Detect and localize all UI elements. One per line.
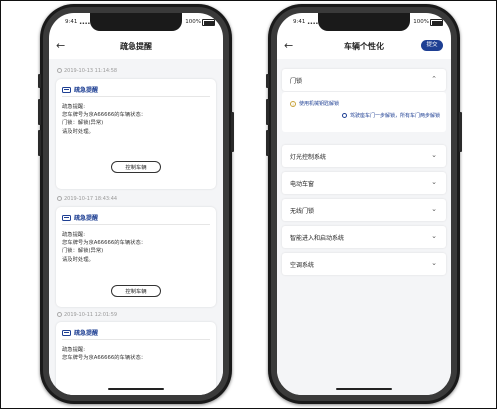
- section-lighting-control[interactable]: 灯光控制系统 ⌄: [282, 145, 446, 167]
- divider: [62, 339, 210, 340]
- settings-list: 门锁 ⌃ i 使用机械钥匙解锁 驾驶座车门一步解锁，所有车门两步解锁 灯光控制系统…: [277, 59, 451, 395]
- nav-bar: ← 车辆个性化 提交: [277, 37, 451, 57]
- section-label: 门锁: [290, 78, 303, 85]
- info-icon: i: [290, 101, 296, 107]
- mute-switch: [38, 74, 41, 88]
- home-indicator[interactable]: [108, 388, 164, 390]
- clock-icon: [57, 312, 62, 317]
- section-label: 灯光控制系统: [290, 154, 327, 161]
- home-indicator[interactable]: [336, 388, 392, 390]
- power-button: [459, 112, 462, 152]
- control-vehicle-button[interactable]: 控制车辆: [111, 161, 161, 173]
- car-icon: [62, 330, 71, 336]
- notch: [90, 13, 182, 31]
- section-wireless-lock[interactable]: 无线门锁 ⌄: [282, 199, 446, 221]
- alert-card: 疏急提醒 疏急提醒: 您车牌号为京A66666的车辆状态：: [56, 322, 216, 395]
- nav-bar: ← 疏急提醒: [49, 37, 223, 57]
- chevron-down-icon: ⌄: [431, 178, 437, 186]
- alert-feed[interactable]: 2019-10-13 11:14:58 疏急提醒 疏急提醒: 您车牌号为京A66…: [49, 59, 223, 395]
- power-button: [231, 112, 234, 152]
- chevron-down-icon: ⌄: [431, 259, 437, 267]
- screen-vehicle-personalization: 9:41 •••• ᯤ 100% ← 车辆个性化 提交 门锁 ⌃ i 使用机械钥匙…: [277, 13, 451, 395]
- volume-up-button: [266, 99, 269, 125]
- section-label: 空调系统: [290, 262, 315, 269]
- phone-right: 9:41 •••• ᯤ 100% ← 车辆个性化 提交 门锁 ⌃ i 使用机械钥匙…: [266, 4, 462, 404]
- section-power-windows[interactable]: 电动车窗 ⌄: [282, 172, 446, 194]
- door-lock-options: i 使用机械钥匙解锁 驾驶座车门一步解锁，所有车门两步解锁: [282, 92, 446, 132]
- screen-emergency-alerts: 9:41 •••• ᯤ 100% ← 疏急提醒 2019-10-13 11:14…: [49, 13, 223, 395]
- clock-icon: [57, 196, 62, 201]
- battery-icon: [202, 19, 215, 26]
- volume-down-button: [38, 130, 41, 156]
- status-time: 9:41: [293, 19, 306, 25]
- chevron-up-icon: ⌃: [431, 75, 437, 83]
- alert-card-title: 疏急提醒: [62, 213, 98, 222]
- section-label: 无线门锁: [290, 208, 315, 215]
- battery-percent: 100%: [185, 19, 201, 25]
- section-label: 电动车窗: [290, 181, 315, 188]
- divider: [62, 96, 210, 97]
- volume-up-button: [38, 99, 41, 125]
- radio-icon: [341, 113, 347, 118]
- section-air-conditioning[interactable]: 空调系统 ⌄: [282, 253, 446, 275]
- alert-card: 疏急提醒 疏急提醒: 您车牌号为京A66666的车辆状态： 门锁：解锁(异常) …: [56, 79, 216, 189]
- notch: [318, 13, 410, 31]
- alert-card-title: 疏急提醒: [62, 328, 98, 337]
- alert-timestamp: 2019-10-17 18:43:44: [57, 196, 117, 202]
- alert-timestamp: 2019-10-13 11:14:58: [57, 68, 117, 74]
- car-icon: [62, 215, 71, 221]
- control-vehicle-button[interactable]: 控制车辆: [111, 285, 161, 297]
- alert-card-body: 疏急提醒: 您车牌号为京A66666的车辆状态： 门锁：解锁(异常) 请及时处理…: [62, 232, 147, 263]
- phone-left: 9:41 •••• ᯤ 100% ← 疏急提醒 2019-10-13 11:14…: [38, 4, 234, 404]
- page-title: 疏急提醒: [120, 42, 152, 51]
- section-door-lock[interactable]: 门锁 ⌃: [282, 69, 446, 91]
- section-label: 智能进入和启动系统: [290, 235, 345, 242]
- door-lock-mode-option[interactable]: 驾驶座车门一步解锁，所有车门两步解锁: [341, 112, 440, 119]
- clock-icon: [57, 68, 62, 73]
- alert-card-title: 疏急提醒: [62, 85, 98, 94]
- battery-percent: 100%: [413, 19, 429, 25]
- mechanical-key-option[interactable]: i 使用机械钥匙解锁: [290, 100, 339, 107]
- status-time: 9:41: [65, 19, 78, 25]
- chevron-down-icon: ⌄: [431, 205, 437, 213]
- alert-card-body: 疏急提醒: 您车牌号为京A66666的车辆状态： 门锁：解锁(异常) 请及时处理…: [62, 104, 147, 135]
- battery-icon: [430, 19, 443, 26]
- submit-button[interactable]: 提交: [421, 40, 443, 51]
- chevron-down-icon: ⌄: [431, 232, 437, 240]
- mute-switch: [266, 74, 269, 88]
- car-icon: [62, 87, 71, 93]
- divider: [62, 224, 210, 225]
- alert-timestamp: 2019-10-11 12:01:59: [57, 312, 117, 318]
- alert-card: 疏急提醒 疏急提醒: 您车牌号为京A66666的车辆状态： 门锁：解锁(异常) …: [56, 207, 216, 307]
- chevron-down-icon: ⌄: [431, 151, 437, 159]
- volume-down-button: [266, 130, 269, 156]
- section-smart-entry[interactable]: 智能进入和启动系统 ⌄: [282, 226, 446, 248]
- alert-card-body: 疏急提醒: 您车牌号为京A66666的车辆状态：: [62, 347, 147, 362]
